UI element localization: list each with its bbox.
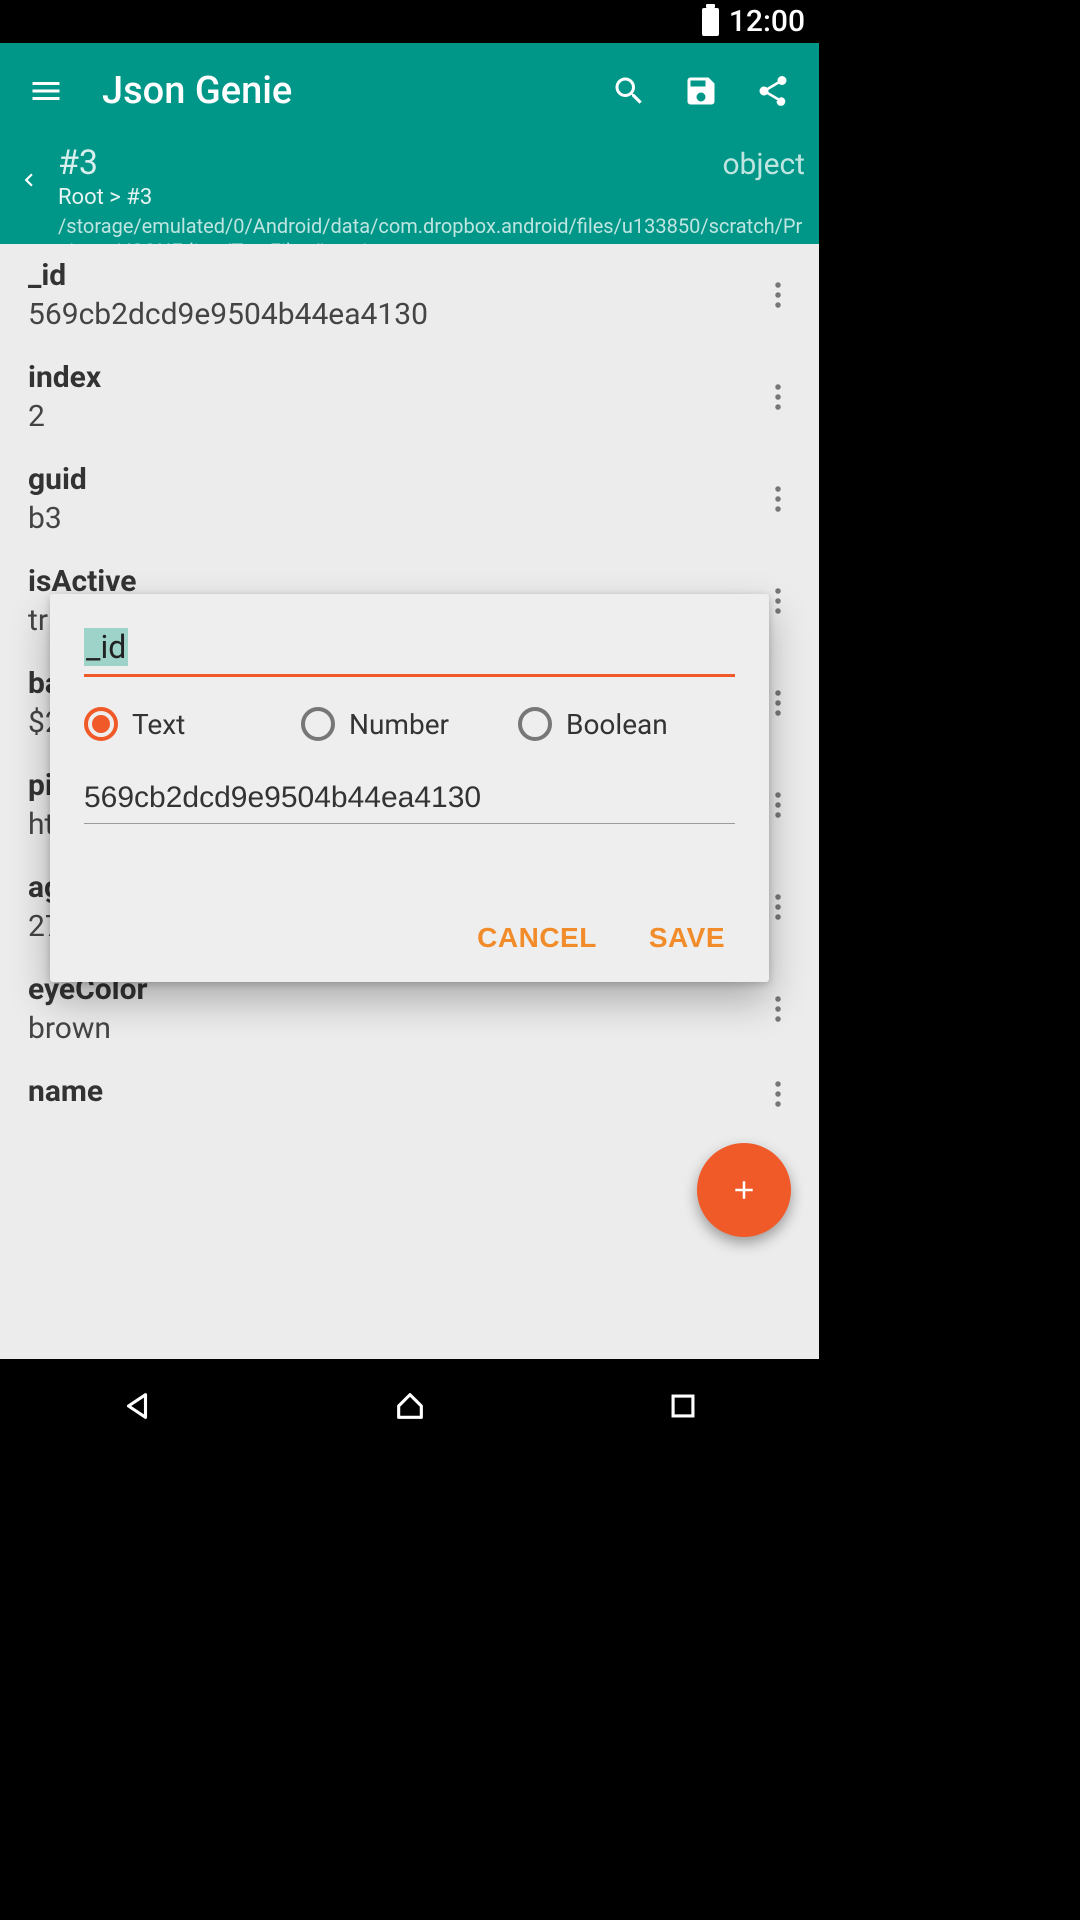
content-area: _id 569cb2dcd9e9504b44ea4130 index 2 guid b3 i… <box>0 244 819 1359</box>
status-bar: 12:00 <box>0 0 819 43</box>
cancel-button[interactable]: CANCEL <box>473 914 601 962</box>
nav-recent-button[interactable] <box>666 1389 700 1427</box>
more-vert-icon <box>774 892 782 922</box>
nav-home-button[interactable] <box>393 1389 427 1427</box>
plus-icon <box>729 1175 759 1205</box>
field-name-selection: _id <box>84 628 128 666</box>
back-button[interactable] <box>6 143 52 193</box>
radio-unselected-icon <box>301 707 335 741</box>
type-label-number: Number <box>349 708 449 741</box>
type-label-text: Text <box>132 708 185 741</box>
type-radio-boolean[interactable]: Boolean <box>518 707 735 741</box>
node-index: #3 <box>58 143 98 183</box>
app-title: Json Genie <box>102 69 593 113</box>
hamburger-icon <box>28 73 64 109</box>
battery-icon <box>702 8 719 36</box>
row-more-button[interactable] <box>765 1079 791 1109</box>
node-type: object <box>722 147 805 182</box>
status-time: 12:00 <box>729 4 805 39</box>
edit-dialog: _id Text Number Boolean CANCEL S <box>50 594 769 982</box>
save-button[interactable] <box>665 55 737 127</box>
list-item[interactable]: guid b3 <box>0 448 819 550</box>
add-fab[interactable] <box>697 1143 791 1237</box>
save-icon <box>683 73 719 109</box>
field-value-input[interactable] <box>84 775 735 824</box>
share-icon <box>755 73 791 109</box>
save-dialog-button[interactable]: SAVE <box>645 914 729 962</box>
row-key: index <box>28 360 765 395</box>
nav-back-button[interactable] <box>120 1389 154 1427</box>
row-more-button[interactable] <box>765 994 791 1024</box>
more-vert-icon <box>774 790 782 820</box>
app-bar: Json Genie #3 object <box>0 43 819 278</box>
row-value: b3 <box>28 501 765 536</box>
type-label-boolean: Boolean <box>566 708 668 741</box>
row-more-button[interactable] <box>765 484 791 514</box>
type-radio-text[interactable]: Text <box>84 707 301 741</box>
more-vert-icon <box>774 688 782 718</box>
chevron-left-icon <box>16 167 42 193</box>
more-vert-icon <box>774 280 782 310</box>
row-more-button[interactable] <box>765 382 791 412</box>
search-button[interactable] <box>593 55 665 127</box>
row-key: name <box>28 1074 765 1109</box>
list-item[interactable]: _id 569cb2dcd9e9504b44ea4130 <box>0 244 819 346</box>
more-vert-icon <box>774 994 782 1024</box>
type-radio-number[interactable]: Number <box>301 707 518 741</box>
share-button[interactable] <box>737 55 809 127</box>
list-item[interactable]: name <box>0 1060 819 1127</box>
row-value: 569cb2dcd9e9504b44ea4130 <box>28 297 765 332</box>
row-key: _id <box>28 258 765 293</box>
radio-unselected-icon <box>518 707 552 741</box>
android-navbar <box>0 1359 819 1456</box>
more-vert-icon <box>774 382 782 412</box>
radio-selected-icon <box>84 707 118 741</box>
row-key: guid <box>28 462 765 497</box>
row-more-button[interactable] <box>765 280 791 310</box>
more-vert-icon <box>774 1079 782 1109</box>
search-icon <box>611 73 647 109</box>
breadcrumb: Root > #3 <box>58 185 805 210</box>
nav-back-icon <box>120 1389 154 1423</box>
more-vert-icon <box>774 586 782 616</box>
nav-home-icon <box>393 1389 427 1423</box>
row-value: brown <box>28 1011 765 1046</box>
list-item[interactable]: index 2 <box>0 346 819 448</box>
field-name-input[interactable]: _id <box>84 628 735 677</box>
nav-recent-icon <box>666 1389 700 1423</box>
row-value: 2 <box>28 399 765 434</box>
more-vert-icon <box>774 484 782 514</box>
menu-button[interactable] <box>10 55 82 127</box>
